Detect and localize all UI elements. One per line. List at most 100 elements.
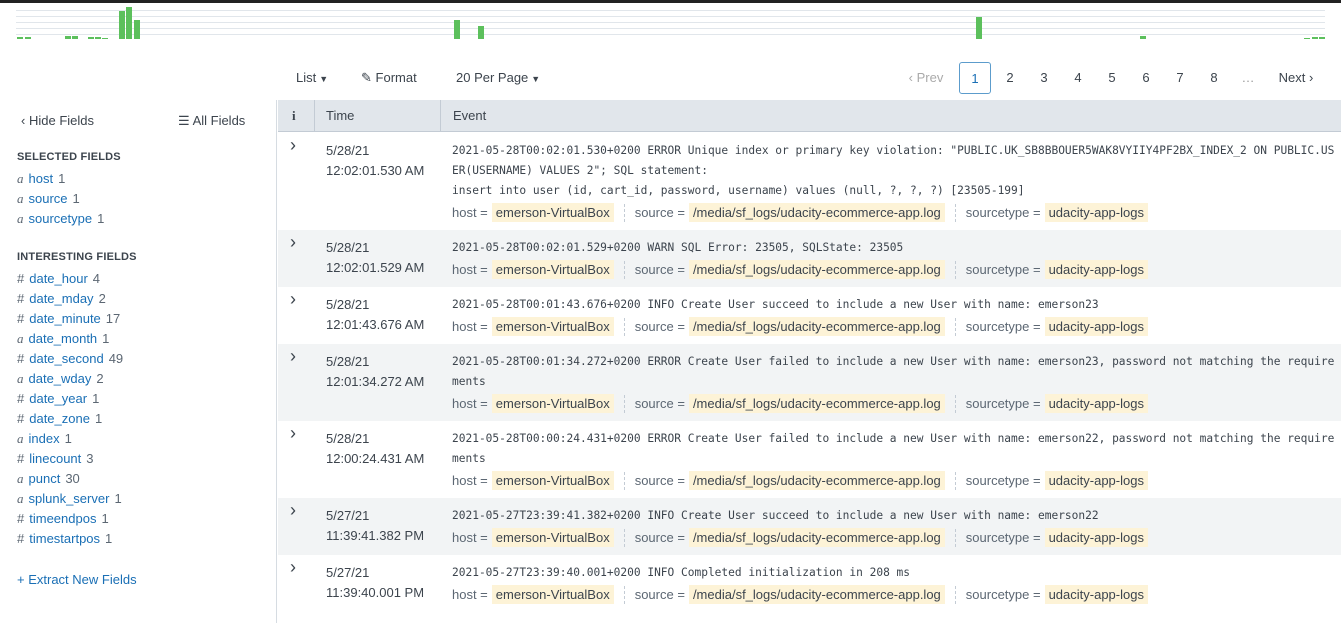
per-page-dropdown[interactable]: 20 Per Page ▼ xyxy=(456,70,540,85)
timeline-bar[interactable] xyxy=(134,20,140,39)
field-name[interactable]: date_zone xyxy=(29,411,90,426)
host-field-value[interactable]: emerson-VirtualBox xyxy=(491,260,614,279)
field-name[interactable]: sourcetype xyxy=(29,211,93,226)
field-name[interactable]: date_month xyxy=(29,331,98,346)
page-button-5[interactable]: 5 xyxy=(1095,62,1129,94)
sourcetype-field-value[interactable]: udacity-app-logs xyxy=(1044,528,1148,547)
timeline-bar[interactable] xyxy=(102,38,108,39)
timeline-bar[interactable] xyxy=(976,17,982,39)
expand-row-chevron-icon[interactable]: › xyxy=(290,289,296,310)
all-fields-button[interactable]: ☰ All Fields xyxy=(178,113,245,129)
host-field-value[interactable]: emerson-VirtualBox xyxy=(491,528,614,547)
time-column-header[interactable]: Time xyxy=(326,100,354,132)
field-item-date-mday[interactable]: # date_mday 2 xyxy=(17,291,106,307)
source-field-value[interactable]: /media/sf_logs/udacity-ecommerce-app.log xyxy=(688,394,945,413)
timeline-bar[interactable] xyxy=(72,36,78,39)
timeline-bar[interactable] xyxy=(478,26,484,39)
timeline-bar[interactable] xyxy=(1140,36,1146,39)
sourcetype-field-value[interactable]: udacity-app-logs xyxy=(1044,260,1148,279)
field-name[interactable]: punct xyxy=(29,471,61,486)
host-field-value[interactable]: emerson-VirtualBox xyxy=(491,317,614,336)
expand-row-chevron-icon[interactable]: › xyxy=(290,346,296,367)
table-row[interactable]: › 5/28/21 12:02:01.530 AM 2021-05-28T00:02:… xyxy=(278,133,1341,230)
sourcetype-field-value[interactable]: udacity-app-logs xyxy=(1044,585,1148,604)
page-button-3[interactable]: 3 xyxy=(1027,62,1061,94)
info-column-header[interactable]: i xyxy=(292,100,296,132)
timeline-bar[interactable] xyxy=(126,7,132,39)
expand-row-chevron-icon[interactable]: › xyxy=(290,500,296,521)
list-view-dropdown[interactable]: List ▼ xyxy=(296,70,328,85)
field-name[interactable]: splunk_server xyxy=(29,491,110,506)
field-item-timeendpos[interactable]: # timeendpos 1 xyxy=(17,511,109,527)
field-item-date-second[interactable]: # date_second 49 xyxy=(17,351,123,367)
table-row[interactable]: › 5/28/21 12:01:43.676 AM 2021-05-28T00:01:… xyxy=(278,287,1341,344)
field-item-sourcetype[interactable]: a sourcetype 1 xyxy=(17,211,104,227)
sourcetype-field-value[interactable]: udacity-app-logs xyxy=(1044,471,1148,490)
event-column-header[interactable]: Event xyxy=(453,100,486,132)
page-button-1[interactable]: 1 xyxy=(959,62,991,94)
field-name[interactable]: linecount xyxy=(29,451,81,466)
field-name[interactable]: timeendpos xyxy=(29,511,96,526)
event-timeline-histogram[interactable] xyxy=(16,3,1325,39)
source-field-value[interactable]: /media/sf_logs/udacity-ecommerce-app.log xyxy=(688,471,945,490)
page-button-8[interactable]: 8 xyxy=(1197,62,1231,94)
field-item-host[interactable]: a host 1 xyxy=(17,171,65,187)
timeline-bar[interactable] xyxy=(119,11,125,39)
timeline-bar[interactable] xyxy=(95,37,101,39)
timeline-bar[interactable] xyxy=(88,37,94,39)
timeline-bar[interactable] xyxy=(1304,38,1310,39)
field-item-date-hour[interactable]: # date_hour 4 xyxy=(17,271,100,287)
expand-row-chevron-icon[interactable]: › xyxy=(290,232,296,253)
expand-row-chevron-icon[interactable]: › xyxy=(290,135,296,156)
source-field-value[interactable]: /media/sf_logs/udacity-ecommerce-app.log xyxy=(688,528,945,547)
source-field-value[interactable]: /media/sf_logs/udacity-ecommerce-app.log xyxy=(688,585,945,604)
format-button[interactable]: ✎ Format xyxy=(361,70,417,86)
extract-new-fields-link[interactable]: + Extract New Fields xyxy=(17,572,137,587)
field-item-date-year[interactable]: # date_year 1 xyxy=(17,391,99,407)
field-name[interactable]: host xyxy=(29,171,54,186)
table-row[interactable]: › 5/28/21 12:01:34.272 AM 2021-05-28T00:01:… xyxy=(278,344,1341,421)
host-field-value[interactable]: emerson-VirtualBox xyxy=(491,394,614,413)
field-name[interactable]: timestartpos xyxy=(29,531,100,546)
field-name[interactable]: date_mday xyxy=(29,291,93,306)
page-button-7[interactable]: 7 xyxy=(1163,62,1197,94)
field-name[interactable]: index xyxy=(29,431,60,446)
timeline-bar[interactable] xyxy=(17,37,23,39)
sourcetype-field-value[interactable]: udacity-app-logs xyxy=(1044,317,1148,336)
table-row[interactable]: › 5/28/21 12:02:01.529 AM 2021-05-28T00:02:… xyxy=(278,230,1341,287)
sourcetype-field-value[interactable]: udacity-app-logs xyxy=(1044,203,1148,222)
field-item-linecount[interactable]: # linecount 3 xyxy=(17,451,94,467)
timeline-bar[interactable] xyxy=(25,37,31,39)
field-name[interactable]: date_hour xyxy=(29,271,88,286)
table-row[interactable]: › 5/27/21 11:39:40.001 PM 2021-05-27T23:39:… xyxy=(278,555,1341,612)
field-item-source[interactable]: a source 1 xyxy=(17,191,80,207)
page-button-2[interactable]: 2 xyxy=(993,62,1027,94)
hide-fields-button[interactable]: ‹ Hide Fields xyxy=(21,113,94,128)
field-item-date-wday[interactable]: a date_wday 2 xyxy=(17,371,104,387)
field-name[interactable]: date_year xyxy=(29,391,87,406)
prev-page-button[interactable]: ‹ Prev xyxy=(895,62,957,94)
sourcetype-field-value[interactable]: udacity-app-logs xyxy=(1044,394,1148,413)
field-name[interactable]: date_wday xyxy=(29,371,92,386)
expand-row-chevron-icon[interactable]: › xyxy=(290,557,296,578)
source-field-value[interactable]: /media/sf_logs/udacity-ecommerce-app.log xyxy=(688,203,945,222)
page-button-6[interactable]: 6 xyxy=(1129,62,1163,94)
host-field-value[interactable]: emerson-VirtualBox xyxy=(491,471,614,490)
source-field-value[interactable]: /media/sf_logs/udacity-ecommerce-app.log xyxy=(688,317,945,336)
field-item-index[interactable]: a index 1 xyxy=(17,431,72,447)
table-row[interactable]: › 5/28/21 12:00:24.431 AM 2021-05-28T00:00:… xyxy=(278,421,1341,498)
host-field-value[interactable]: emerson-VirtualBox xyxy=(491,203,614,222)
field-name[interactable]: date_minute xyxy=(29,311,101,326)
page-button-4[interactable]: 4 xyxy=(1061,62,1095,94)
field-name[interactable]: source xyxy=(29,191,68,206)
timeline-bar[interactable] xyxy=(454,20,460,39)
field-item-date-minute[interactable]: # date_minute 17 xyxy=(17,311,120,327)
timeline-bar[interactable] xyxy=(65,36,71,39)
field-item-punct[interactable]: a punct 30 xyxy=(17,471,80,487)
field-item-splunk-server[interactable]: a splunk_server 1 xyxy=(17,491,122,507)
timeline-bar[interactable] xyxy=(1319,37,1325,39)
source-field-value[interactable]: /media/sf_logs/udacity-ecommerce-app.log xyxy=(688,260,945,279)
host-field-value[interactable]: emerson-VirtualBox xyxy=(491,585,614,604)
next-page-button[interactable]: Next › xyxy=(1265,62,1327,94)
field-item-timestartpos[interactable]: # timestartpos 1 xyxy=(17,531,112,547)
